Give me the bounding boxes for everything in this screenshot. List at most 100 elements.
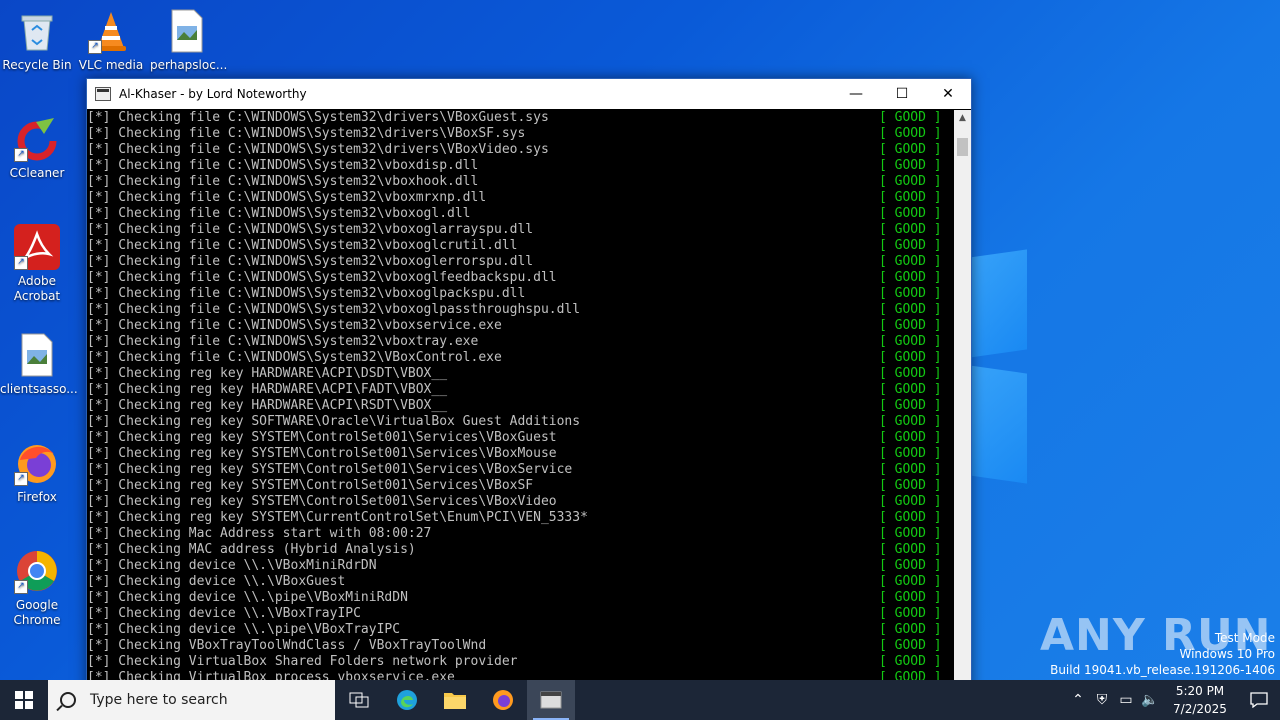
desktop-icon-ccleaner[interactable]: ↗ CCleaner	[0, 116, 74, 181]
vertical-scrollbar[interactable]: ▲	[954, 110, 971, 699]
status-good-label: [ GOOD ]	[879, 462, 942, 477]
console-line: [*] Checking file C:\WINDOWS\System32\vb…	[87, 190, 953, 206]
network-icon[interactable]: ▭	[1114, 692, 1138, 708]
console-window[interactable]: Al-Khaser - by Lord Noteworthy — ☐ ✕ [*]…	[86, 78, 972, 700]
notifications-button[interactable]	[1238, 692, 1280, 708]
console-line-text: [*] Checking file C:\WINDOWS\System32\vb…	[87, 318, 502, 333]
console-line-text: [*] Checking reg key SYSTEM\ControlSet00…	[87, 494, 557, 509]
status-good-label: [ GOOD ]	[879, 398, 942, 413]
desktop-icon-recycle-bin[interactable]: Recycle Bin	[0, 8, 74, 73]
console-line: [*] Checking file C:\WINDOWS\System32\VB…	[87, 350, 953, 366]
taskbar: Type here to search ⌃ ⛨ ▭ 🔈 5:20 PM 7/2/…	[0, 680, 1280, 720]
minimize-button[interactable]: —	[833, 79, 879, 109]
status-good-label: [ GOOD ]	[879, 430, 942, 445]
edge-icon	[397, 690, 417, 710]
volume-icon[interactable]: 🔈	[1138, 692, 1162, 708]
recycle-bin-icon	[14, 8, 60, 54]
console-line: [*] Checking reg key SYSTEM\ControlSet00…	[87, 462, 953, 478]
folder-icon	[444, 693, 466, 709]
acrobat-icon: ↗	[14, 224, 60, 270]
console-line-text: [*] Checking file C:\WINDOWS\System32\dr…	[87, 110, 549, 125]
console-line: [*] Checking reg key SYSTEM\ControlSet00…	[87, 478, 953, 494]
console-line-text: [*] Checking reg key HARDWARE\ACPI\FADT\…	[87, 382, 448, 397]
status-good-label: [ GOOD ]	[879, 622, 942, 637]
status-good-label: [ GOOD ]	[879, 574, 942, 589]
status-good-label: [ GOOD ]	[879, 286, 942, 301]
desktop-icon-label: Recycle Bin	[2, 58, 72, 72]
console-line-text: [*] Checking reg key SYSTEM\ControlSet00…	[87, 478, 534, 493]
console-line-text: [*] Checking file C:\WINDOWS\System32\vb…	[87, 158, 479, 173]
desktop-icon-clientsasso[interactable]: clientsasso...	[0, 332, 78, 397]
status-good-label: [ GOOD ]	[879, 158, 942, 173]
status-good-label: [ GOOD ]	[879, 126, 942, 141]
desktop-icon-perhapsloc[interactable]: perhapsloc...	[150, 8, 227, 73]
taskbar-file-explorer[interactable]	[431, 680, 479, 720]
desktop-icon-label: Adobe Acrobat	[13, 274, 61, 303]
shortcut-arrow-icon: ↗	[14, 256, 28, 270]
console-app-icon	[95, 87, 111, 101]
maximize-button[interactable]: ☐	[879, 79, 925, 109]
console-line-text: [*] Checking file C:\WINDOWS\System32\vb…	[87, 302, 581, 317]
console-line: [*] Checking file C:\WINDOWS\System32\vb…	[87, 334, 953, 350]
console-line-text: [*] Checking file C:\WINDOWS\System32\dr…	[87, 142, 549, 157]
status-good-label: [ GOOD ]	[879, 542, 942, 557]
taskbar-clock[interactable]: 5:20 PM 7/2/2025	[1162, 682, 1238, 718]
console-line: [*] Checking reg key SYSTEM\CurrentContr…	[87, 510, 953, 526]
desktop-icon-google-chrome[interactable]: ↗ Google Chrome	[0, 548, 74, 628]
window-title: Al-Khaser - by Lord Noteworthy	[119, 87, 307, 101]
console-line: [*] Checking reg key HARDWARE\ACPI\FADT\…	[87, 382, 953, 398]
status-good-label: [ GOOD ]	[879, 142, 942, 157]
status-good-label: [ GOOD ]	[879, 222, 942, 237]
task-view-button[interactable]	[335, 680, 383, 720]
status-good-label: [ GOOD ]	[879, 254, 942, 269]
taskbar-console-app[interactable]	[527, 680, 575, 720]
status-good-label: [ GOOD ]	[879, 238, 942, 253]
console-line: [*] Checking file C:\WINDOWS\System32\dr…	[87, 110, 953, 126]
desktop-icon-vlc[interactable]: ↗ VLC media	[74, 8, 148, 73]
console-line-text: [*] Checking file C:\WINDOWS\System32\vb…	[87, 206, 471, 221]
console-line: [*] Checking file C:\WINDOWS\System32\dr…	[87, 126, 953, 142]
console-line: [*] Checking reg key HARDWARE\ACPI\RSDT\…	[87, 398, 953, 414]
console-line: [*] Checking device \\.\pipe\VBoxTrayIPC…	[87, 622, 953, 638]
console-line: [*] Checking file C:\WINDOWS\System32\vb…	[87, 254, 953, 270]
image-file-icon	[164, 8, 210, 54]
desktop-icon-label: CCleaner	[9, 166, 65, 180]
taskbar-edge[interactable]	[383, 680, 431, 720]
console-line-text: [*] Checking file C:\WINDOWS\System32\dr…	[87, 126, 526, 141]
shortcut-arrow-icon: ↗	[88, 40, 102, 54]
vlc-cone-icon: ↗	[88, 8, 134, 54]
status-good-label: [ GOOD ]	[879, 478, 942, 493]
start-button[interactable]	[0, 680, 48, 720]
console-line: [*] Checking file C:\WINDOWS\System32\vb…	[87, 302, 953, 318]
close-button[interactable]: ✕	[925, 79, 971, 109]
desktop-icon-firefox[interactable]: ↗ Firefox	[0, 440, 74, 505]
console-line: [*] Checking VBoxTrayToolWndClass / VBox…	[87, 638, 953, 654]
console-line-text: [*] Checking device \\.\VBoxMiniRdrDN	[87, 558, 377, 573]
status-good-label: [ GOOD ]	[879, 318, 942, 333]
console-app-icon	[540, 691, 562, 709]
console-line-text: [*] Checking file C:\WINDOWS\System32\vb…	[87, 238, 518, 253]
search-icon	[60, 692, 76, 708]
taskbar-firefox[interactable]	[479, 680, 527, 720]
console-line-text: [*] Checking reg key SYSTEM\ControlSet00…	[87, 430, 557, 445]
image-file-icon	[14, 332, 60, 378]
console-line: [*] Checking file C:\WINDOWS\System32\vb…	[87, 318, 953, 334]
shortcut-arrow-icon: ↗	[14, 580, 28, 594]
window-titlebar[interactable]: Al-Khaser - by Lord Noteworthy — ☐ ✕	[87, 79, 971, 109]
scroll-up-arrow-icon[interactable]: ▲	[954, 110, 971, 127]
console-line: [*] Checking device \\.\VBoxGuest [ GOOD …	[87, 574, 953, 590]
taskbar-search-box[interactable]: Type here to search	[48, 680, 335, 720]
desktop-icon-adobe-acrobat[interactable]: ↗ Adobe Acrobat	[0, 224, 74, 304]
console-line-text: [*] Checking reg key SYSTEM\ControlSet00…	[87, 462, 573, 477]
clock-date: 7/2/2025	[1173, 702, 1227, 716]
firefox-icon: ↗	[14, 440, 60, 486]
console-line: [*] Checking reg key SOFTWARE\Oracle\Vir…	[87, 414, 953, 430]
windows-edition-label: Windows 10 Pro	[1179, 647, 1275, 661]
security-icon[interactable]: ⛨	[1090, 692, 1114, 708]
console-line: [*] Checking file C:\WINDOWS\System32\vb…	[87, 286, 953, 302]
chevron-up-icon[interactable]: ⌃	[1066, 692, 1090, 708]
console-line-text: [*] Checking device \\.\VBoxTrayIPC	[87, 606, 361, 621]
status-good-label: [ GOOD ]	[879, 206, 942, 221]
console-line-text: [*] Checking file C:\WINDOWS\System32\vb…	[87, 174, 479, 189]
scrollbar-thumb[interactable]	[957, 138, 968, 156]
